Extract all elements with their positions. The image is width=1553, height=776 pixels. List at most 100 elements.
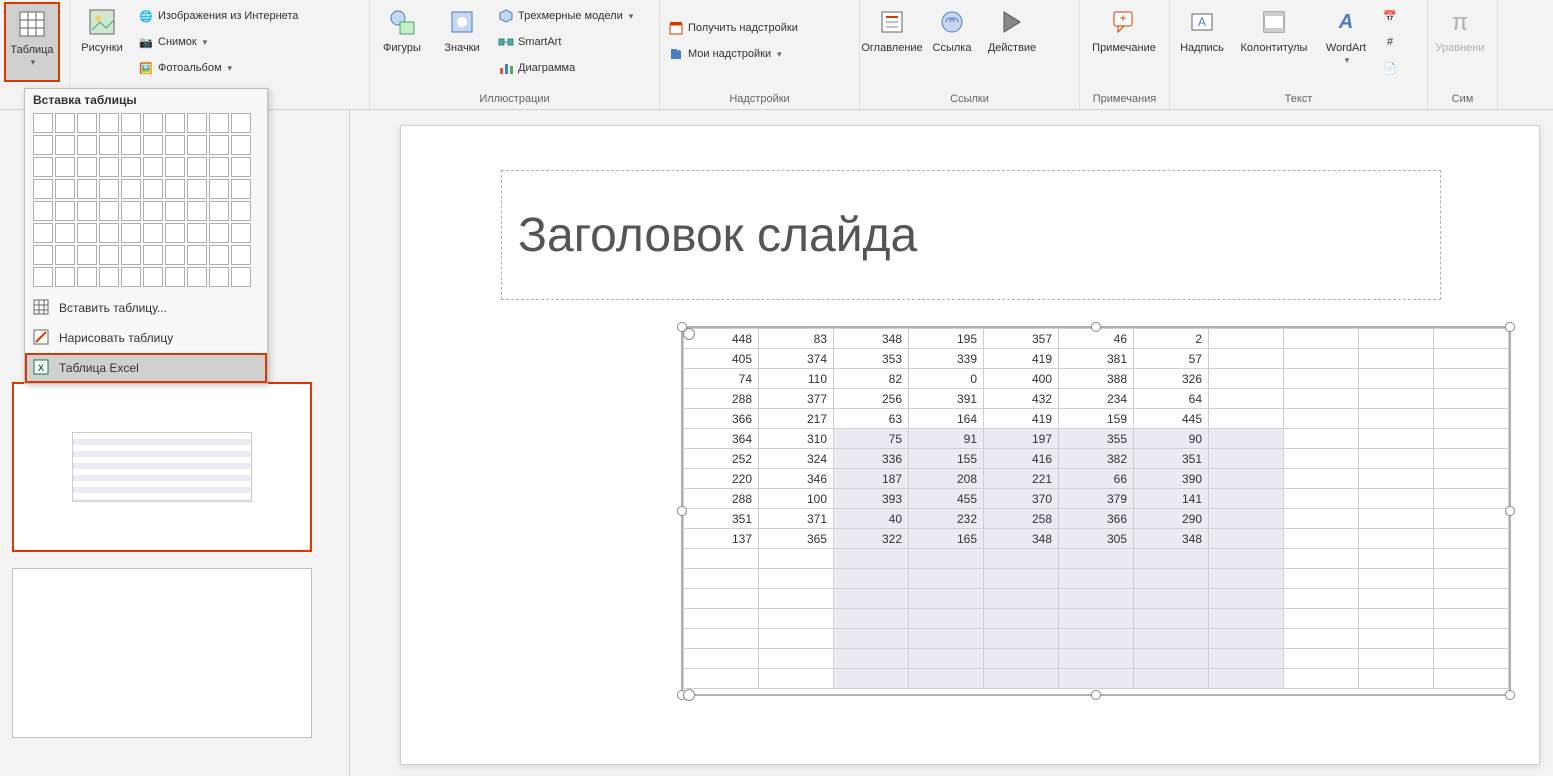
grid-cell[interactable] [209,135,229,155]
link-button[interactable]: Ссылка [924,2,980,82]
grid-cell[interactable] [121,223,141,243]
grid-cell[interactable] [55,245,75,265]
resize-handle-tr[interactable] [1505,322,1515,332]
grid-cell[interactable] [55,135,75,155]
smartart-button[interactable]: SmartArt [494,30,637,54]
grid-cell[interactable] [33,267,53,287]
grid-cell[interactable] [55,267,75,287]
grid-cell[interactable] [143,245,163,265]
action-button[interactable]: Действие [984,2,1040,82]
photo-album-button[interactable]: 🖼️ Фотоальбом [134,56,302,80]
grid-cell[interactable] [187,135,207,155]
grid-cell[interactable] [165,113,185,133]
grid-cell[interactable] [231,201,251,221]
grid-cell[interactable] [55,201,75,221]
grid-cell[interactable] [55,157,75,177]
excel-table-item[interactable]: X Таблица Excel [25,353,267,383]
grid-cell[interactable] [231,157,251,177]
grid-cell[interactable] [143,223,163,243]
grid-cell[interactable] [209,223,229,243]
grid-cell[interactable] [33,223,53,243]
grid-cell[interactable] [121,267,141,287]
grid-cell[interactable] [121,201,141,221]
grid-cell[interactable] [77,223,97,243]
grid-cell[interactable] [99,179,119,199]
grid-cell[interactable] [231,223,251,243]
screenshot-button[interactable]: 📷 Снимок [134,30,302,54]
grid-cell[interactable] [187,201,207,221]
grid-cell[interactable] [143,135,163,155]
grid-cell[interactable] [99,245,119,265]
grid-cell[interactable] [55,179,75,199]
grid-cell[interactable] [33,113,53,133]
resize-handle-t[interactable] [1091,322,1101,332]
grid-cell[interactable] [209,113,229,133]
grid-cell[interactable] [33,179,53,199]
grid-cell[interactable] [187,267,207,287]
grid-cell[interactable] [77,113,97,133]
resize-handle-tl[interactable] [677,322,687,332]
chart-button[interactable]: Диаграмма [494,56,637,80]
grid-cell[interactable] [99,157,119,177]
text-extra-1[interactable]: 📅 [1378,4,1402,28]
grid-cell[interactable] [77,179,97,199]
grid-cell[interactable] [165,267,185,287]
grid-cell[interactable] [33,135,53,155]
grid-cell[interactable] [231,245,251,265]
resize-handle-l[interactable] [677,506,687,516]
grid-cell[interactable] [143,201,163,221]
grid-cell[interactable] [55,223,75,243]
resize-handle-b[interactable] [1091,690,1101,700]
resize-handle-br[interactable] [1505,690,1515,700]
grid-cell[interactable] [143,179,163,199]
grid-cell[interactable] [165,223,185,243]
grid-cell[interactable] [209,245,229,265]
grid-cell[interactable] [165,135,185,155]
grid-cell[interactable] [121,179,141,199]
grid-cell[interactable] [209,201,229,221]
grid-cell[interactable] [187,157,207,177]
grid-cell[interactable] [143,113,163,133]
grid-cell[interactable] [165,201,185,221]
grid-cell[interactable] [121,245,141,265]
grid-cell[interactable] [231,135,251,155]
text-extra-2[interactable]: # [1378,30,1402,54]
icons-button[interactable]: Значки [434,2,490,82]
excel-embedded-object[interactable]: 4488334819535746240537435333941938157741… [681,326,1511,696]
grid-cell[interactable] [209,157,229,177]
grid-cell[interactable] [121,157,141,177]
grid-cell[interactable] [187,223,207,243]
table-button[interactable]: Таблица [4,2,60,82]
header-footer-button[interactable]: Колонтитулы [1234,2,1314,82]
online-pictures-button[interactable]: 🌐 Изображения из Интернета [134,4,302,28]
grid-cell[interactable] [33,157,53,177]
slide-thumbnail-2[interactable] [12,568,312,738]
grid-cell[interactable] [187,245,207,265]
grid-cell[interactable] [77,245,97,265]
grid-cell[interactable] [77,267,97,287]
shapes-button[interactable]: Фигуры [374,2,430,82]
grid-cell[interactable] [143,267,163,287]
grid-cell[interactable] [77,135,97,155]
resize-handle-bl[interactable] [677,690,687,700]
comment-button[interactable]: + Примечание [1084,2,1164,82]
grid-cell[interactable] [121,135,141,155]
pictures-button[interactable]: Рисунки [74,2,130,82]
slide-title-placeholder[interactable]: Заголовок слайда [501,170,1441,300]
grid-cell[interactable] [77,201,97,221]
grid-cell[interactable] [165,179,185,199]
grid-cell[interactable] [209,267,229,287]
grid-cell[interactable] [33,201,53,221]
grid-cell[interactable] [99,267,119,287]
grid-cell[interactable] [121,113,141,133]
grid-cell[interactable] [99,113,119,133]
grid-cell[interactable] [231,179,251,199]
grid-cell[interactable] [187,179,207,199]
grid-cell[interactable] [143,157,163,177]
grid-cell[interactable] [231,267,251,287]
my-addins-button[interactable]: Мои надстройки [664,42,802,66]
grid-cell[interactable] [99,135,119,155]
resize-handle-r[interactable] [1505,506,1515,516]
grid-cell[interactable] [165,245,185,265]
3d-models-button[interactable]: Трехмерные модели [494,4,637,28]
